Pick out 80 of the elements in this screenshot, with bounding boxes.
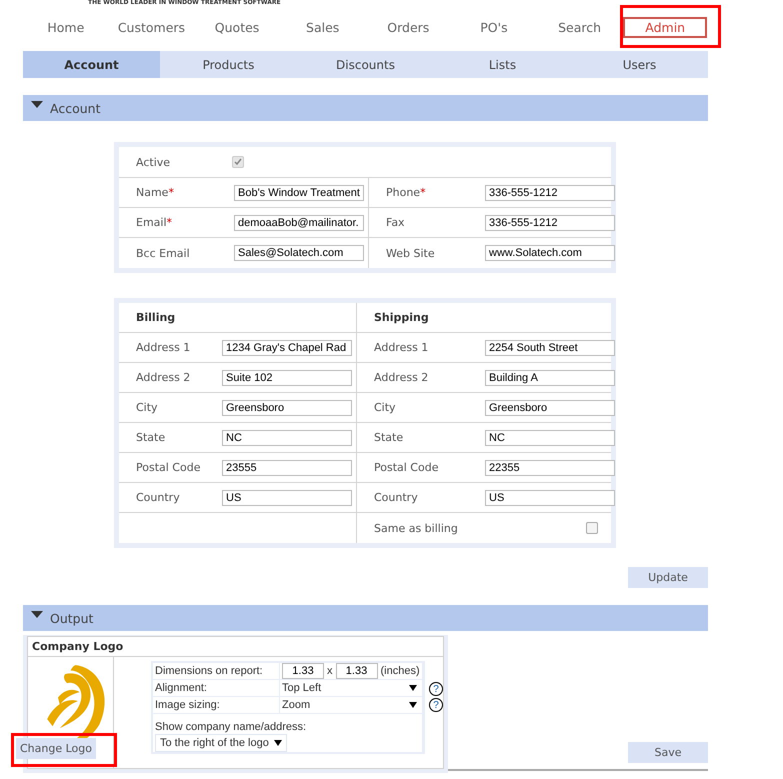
nav-link[interactable]: Customers [118, 18, 186, 37]
field-label: Country [136, 491, 181, 504]
field-label: City [136, 401, 159, 414]
help-icon[interactable]: ? [429, 682, 443, 696]
tab[interactable]: Users [571, 51, 708, 78]
section-header[interactable]: Output [23, 605, 708, 631]
field-label: Address 1 [136, 341, 192, 354]
input-field[interactable]: Suite 102 [222, 370, 352, 386]
field-label: Active [136, 156, 170, 168]
field-label: State [374, 431, 404, 444]
input-field[interactable]: 22355 [485, 460, 615, 476]
tab[interactable]: Lists [434, 51, 571, 78]
field-label: Phone* [386, 186, 427, 199]
field-label: Name* [136, 186, 175, 199]
field-label: Fax [386, 216, 406, 229]
separator-text: x [327, 665, 332, 677]
nav-link[interactable]: Sales [306, 18, 340, 37]
change-logo-button[interactable]: Change Logo [16, 738, 96, 759]
column-heading: Shipping [374, 311, 429, 324]
input-field[interactable]: 1.33 [282, 663, 324, 679]
field-label: Image sizing: [153, 697, 279, 713]
section-title: Output [50, 610, 94, 626]
field-label: Show company name/address: [155, 721, 306, 733]
input-field[interactable]: NC [222, 430, 352, 446]
dropdown[interactable]: Top Left [280, 680, 422, 696]
dropdown[interactable]: To the right of the logo [155, 734, 287, 752]
input-field[interactable]: Sales@Solatech.com [234, 245, 364, 261]
input-field[interactable]: 336-555-1212 [485, 184, 615, 200]
input-field[interactable]: 23555 [222, 460, 352, 476]
tab[interactable]: Account [23, 51, 160, 78]
input-field[interactable]: 1.33 [336, 663, 378, 679]
input-field[interactable]: US [222, 490, 352, 506]
field-label: Dimensions on report: [153, 663, 279, 679]
field-label: Postal Code [136, 461, 202, 474]
section-title: Account [50, 100, 100, 116]
field-label: Country [374, 491, 419, 504]
nav-link[interactable]: Quotes [214, 18, 260, 37]
input-field[interactable]: Bob's Window Treatment [234, 184, 364, 200]
input-field[interactable]: Greensboro [222, 400, 352, 416]
input-field[interactable]: www.Solatech.com [485, 245, 615, 261]
caret-icon [274, 739, 282, 747]
collapse-icon[interactable] [31, 611, 43, 619]
panel-title: Company Logo [28, 637, 443, 657]
input-field[interactable]: Greensboro [485, 400, 615, 416]
collapse-icon[interactable] [31, 101, 43, 109]
input-field[interactable]: US [485, 490, 615, 506]
unit-label: (inches) [380, 665, 420, 677]
input-field[interactable]: 336-555-1212 [485, 214, 615, 230]
field-label: State [136, 431, 166, 444]
field-label: Alignment: [153, 680, 279, 696]
field-label: Address 2 [136, 371, 192, 384]
help-icon[interactable]: ? [429, 698, 443, 712]
caret-icon [409, 701, 417, 709]
column-heading: Billing [136, 311, 176, 324]
nav-link[interactable]: PO's [480, 18, 508, 37]
input-field[interactable]: 2254 South Street [485, 340, 615, 356]
nav-link[interactable]: Home [47, 18, 84, 37]
field-label: Address 1 [374, 341, 430, 354]
caret-icon [409, 684, 417, 692]
input-field[interactable]: 1234 Gray's Chapel Rad [222, 340, 352, 356]
update-button[interactable]: Update [628, 567, 708, 588]
field-label: City [374, 401, 397, 414]
nav-link[interactable]: Admin [623, 17, 708, 38]
field-label: Email* [136, 216, 174, 229]
nav-link[interactable]: Search [558, 18, 602, 37]
tab[interactable]: Products [160, 51, 297, 78]
field-label: Web Site [386, 246, 436, 260]
input-field[interactable]: demoaaBob@mailinator. [234, 214, 364, 230]
input-field[interactable]: NC [485, 430, 615, 446]
save-button[interactable]: Save [628, 742, 708, 763]
field-label: Address 2 [374, 371, 430, 384]
checkbox[interactable] [586, 522, 598, 534]
nav-link[interactable]: Orders [387, 18, 430, 37]
dropdown[interactable]: Zoom [280, 697, 422, 713]
input-field[interactable]: Building A [485, 370, 615, 386]
tab[interactable]: Discounts [297, 51, 434, 78]
field-label: Bcc Email [136, 246, 191, 260]
field-label: Same as billing [374, 522, 459, 534]
field-label: Postal Code [374, 461, 440, 474]
section-header[interactable]: Account [23, 95, 708, 121]
